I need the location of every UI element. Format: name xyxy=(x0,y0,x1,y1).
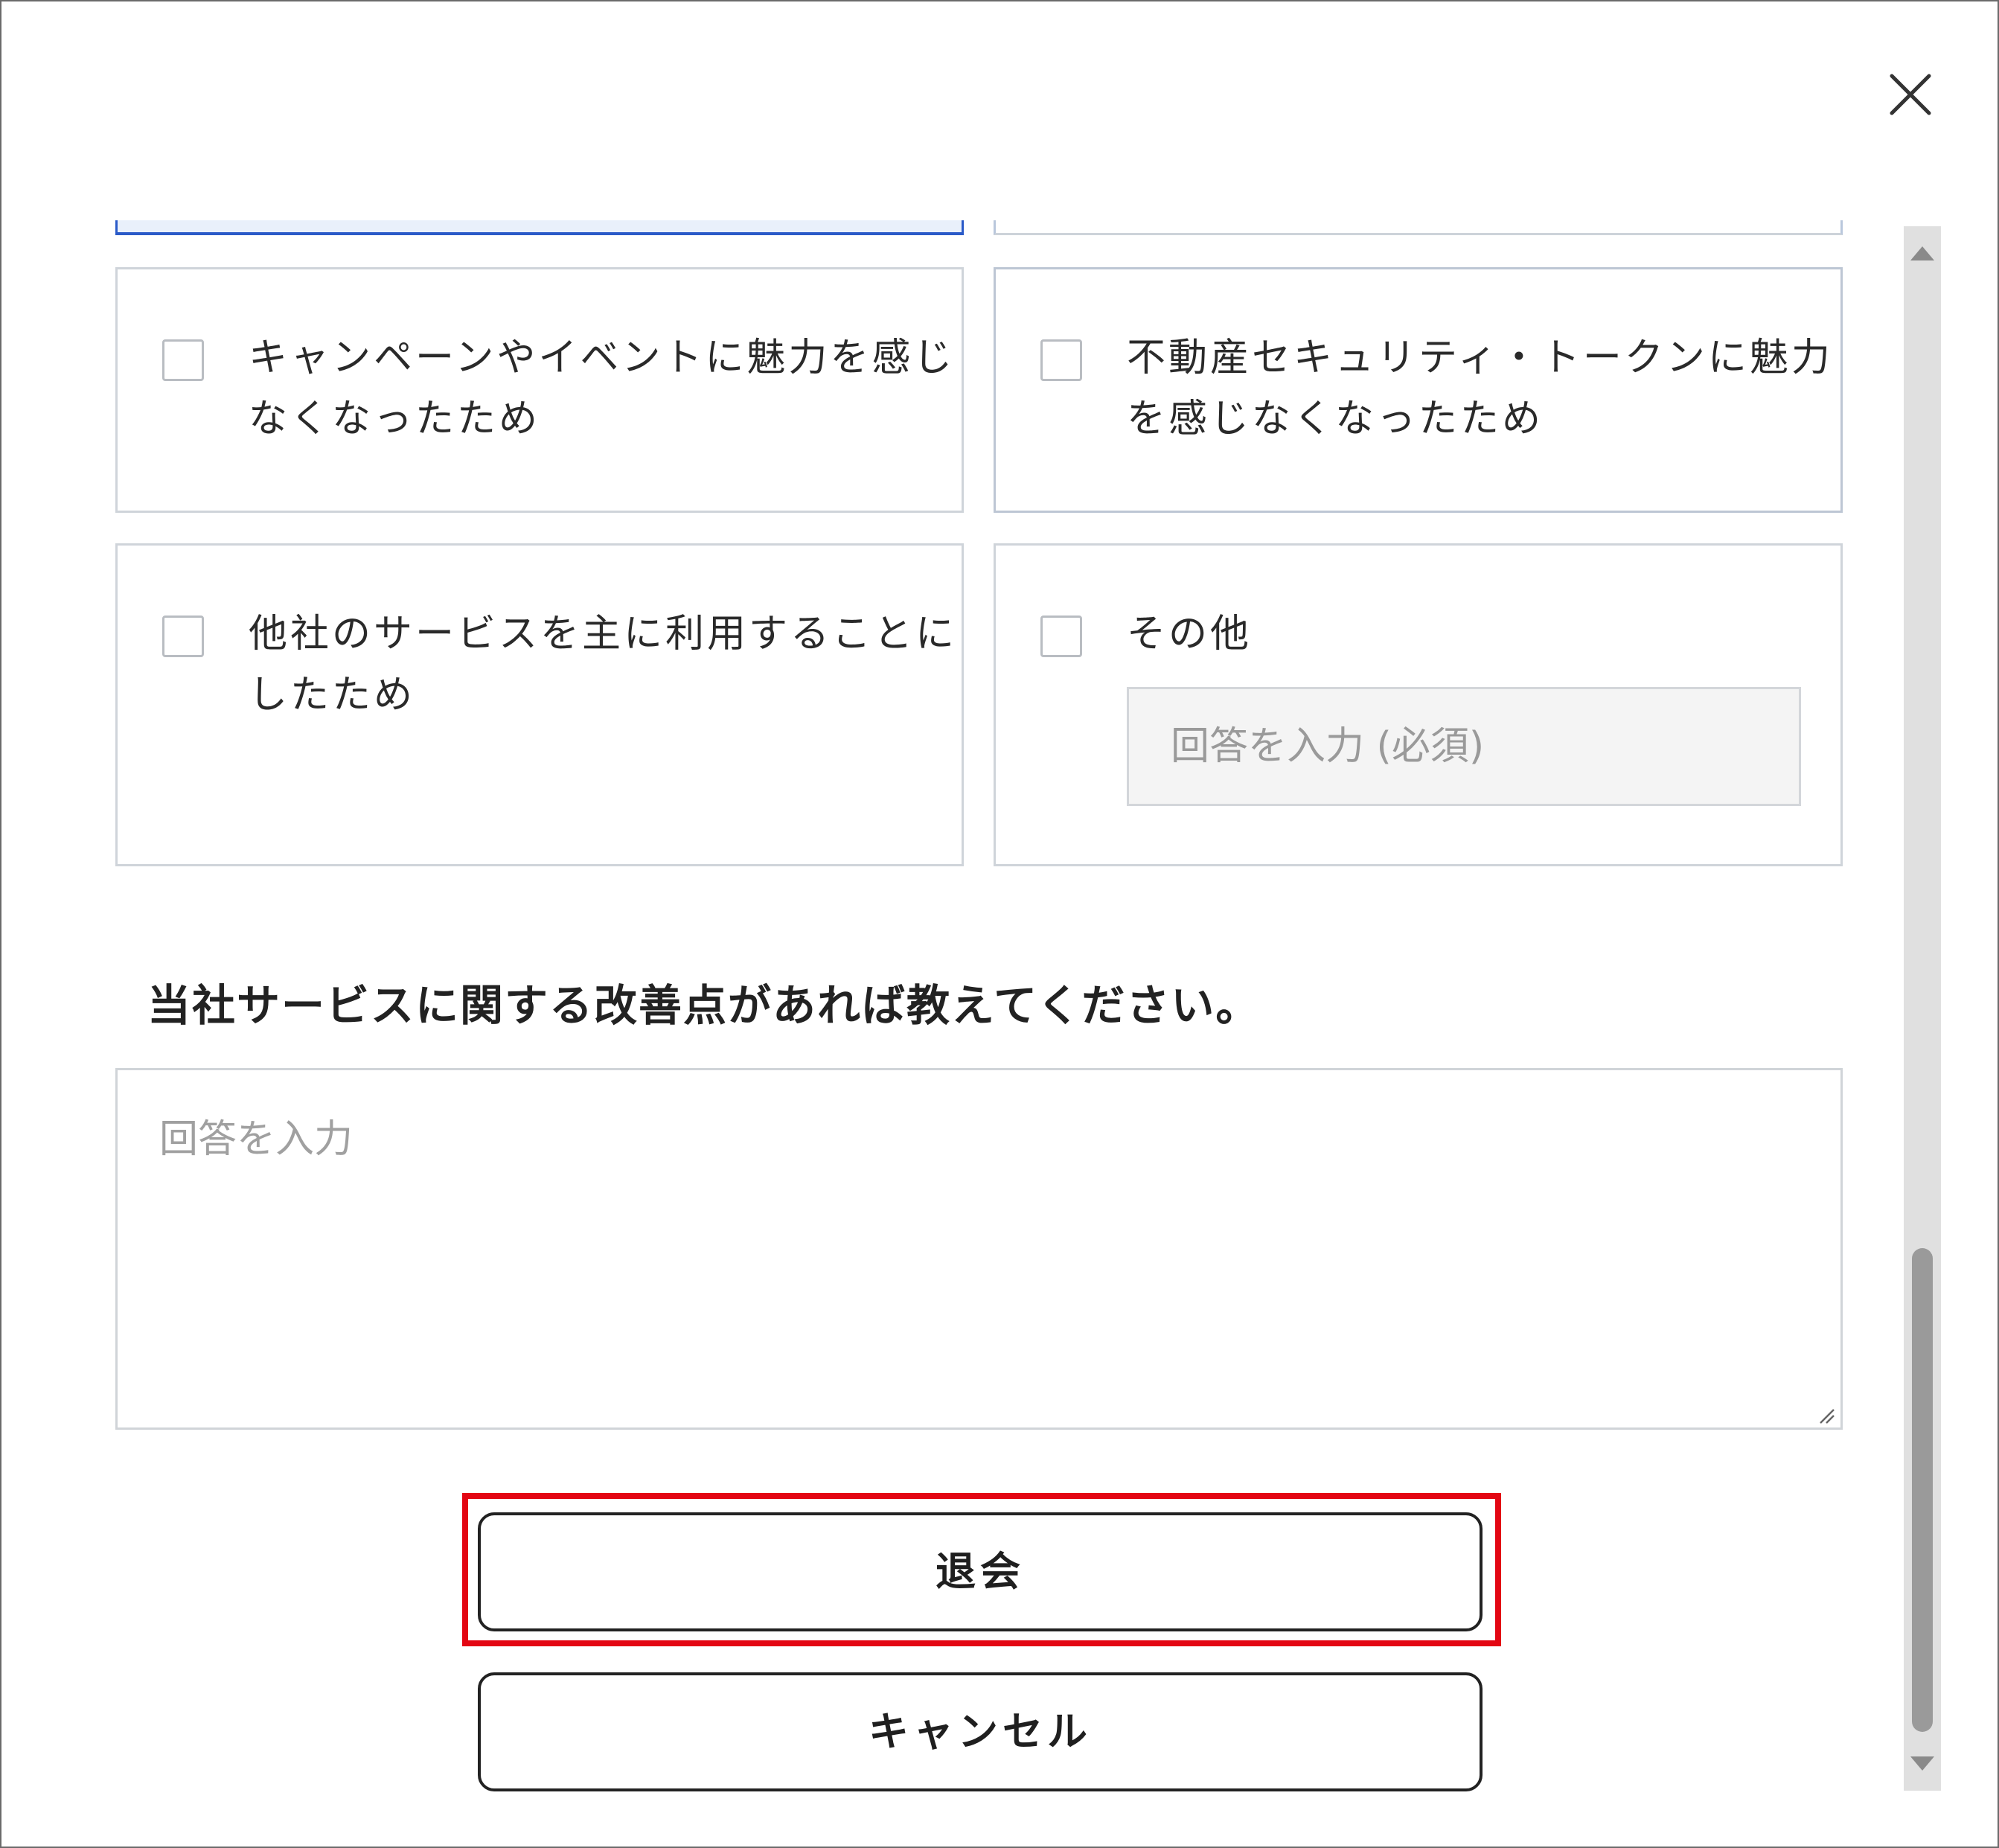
checkbox[interactable] xyxy=(162,339,204,381)
checkbox[interactable] xyxy=(162,616,204,657)
improvement-textarea[interactable] xyxy=(115,1068,1843,1430)
cancel-button[interactable]: キャンセル xyxy=(478,1672,1483,1791)
other-reason-input[interactable] xyxy=(1127,687,1801,806)
scroll-thumb[interactable] xyxy=(1912,1248,1933,1732)
triangle-down-icon xyxy=(1910,1756,1934,1771)
checkbox[interactable] xyxy=(1040,339,1082,381)
option-label: 不動産セキュリティ・トークンに魅力を感じなくなったため xyxy=(1127,336,1833,441)
option-card-campaign[interactable]: キャンペーンやイベントに魅力を感じなくなったため xyxy=(115,267,964,513)
scroll-down-button[interactable] xyxy=(1904,1745,1941,1782)
checkbox[interactable] xyxy=(1040,616,1082,657)
option-card-partial[interactable] xyxy=(994,220,1843,235)
scrollbar[interactable] xyxy=(1904,226,1941,1791)
improvement-question: 当社サービスに関する改善点があれば教えてください。 xyxy=(147,980,1261,1031)
withdrawal-dialog: キャンペーンやイベントに魅力を感じなくなったため 不動産セキュリティ・トークンに… xyxy=(0,0,1999,1848)
option-card-partial-selected[interactable] xyxy=(115,220,964,235)
resize-grip-icon[interactable] xyxy=(1816,1405,1835,1425)
option-card-other[interactable]: その他 xyxy=(994,543,1843,866)
option-card-other-service[interactable]: 他社のサービスを主に利用することにしたため xyxy=(115,543,964,866)
option-label: 他社のサービスを主に利用することにしたため xyxy=(249,612,958,717)
scroll-up-button[interactable] xyxy=(1904,235,1941,272)
close-button[interactable] xyxy=(1887,71,1934,118)
option-label: キャンペーンやイベントに魅力を感じなくなったため xyxy=(249,336,956,441)
withdraw-button[interactable]: 退会 xyxy=(478,1512,1483,1631)
triangle-up-icon xyxy=(1910,246,1934,260)
option-label: その他 xyxy=(1127,612,1253,656)
close-icon xyxy=(1890,74,1931,115)
option-card-security-token[interactable]: 不動産セキュリティ・トークンに魅力を感じなくなったため xyxy=(994,267,1843,513)
